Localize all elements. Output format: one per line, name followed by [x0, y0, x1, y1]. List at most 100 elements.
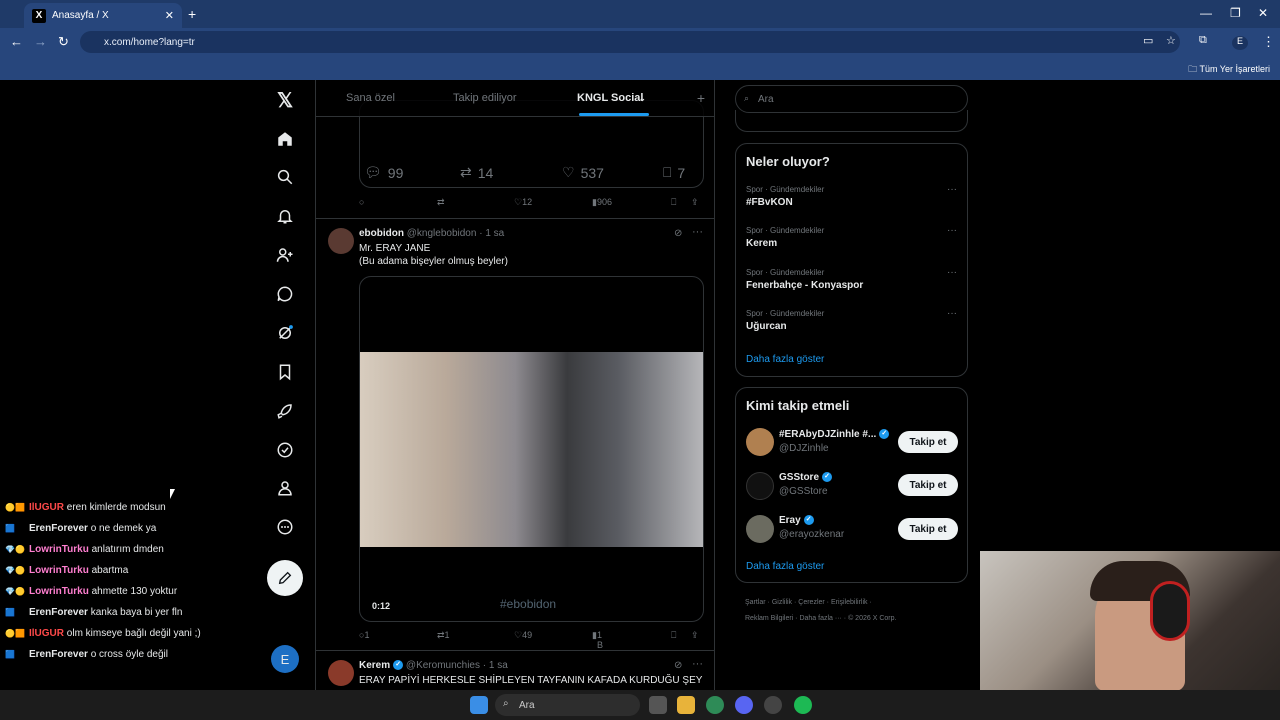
grok-icon[interactable]: ⊘ [674, 660, 682, 671]
like-button[interactable]: ♡ 12 [514, 197, 532, 208]
trends-title: Neler oluyor? [746, 154, 830, 169]
bookmarks-icon[interactable] [265, 357, 305, 387]
tab-following[interactable]: Takip ediliyor [453, 92, 517, 104]
reload-icon[interactable]: ↻ [58, 34, 69, 50]
verified-badge-icon: ✓ [822, 472, 833, 483]
follow-button[interactable]: Takip et [898, 431, 958, 453]
forward-icon[interactable]: → [34, 34, 47, 49]
avatar[interactable] [746, 472, 774, 500]
messages-icon[interactable] [265, 279, 305, 309]
chrome-icon[interactable] [706, 696, 724, 714]
all-bookmarks-link[interactable]: 🗀 Tüm Yer İşaretleri [1188, 62, 1270, 78]
avatar[interactable] [328, 228, 354, 254]
x-home-logo-icon[interactable]: 𝕏 [265, 85, 305, 115]
compose-post-button[interactable] [267, 560, 303, 596]
account-avatar[interactable]: E [271, 645, 299, 673]
maximize-icon[interactable]: ❐ [1230, 6, 1241, 20]
folder-icon: 🗀 [1188, 64, 1200, 74]
browser-tab[interactable]: X Anasayfa / X ✕ [24, 3, 182, 28]
tweet-text: ERAY PAPİYİ HERKESLE SHİPLEYEN TAYFANIN … [359, 675, 703, 686]
suggested-user-name[interactable]: #ERAbyDJZinhle #... ✓ [779, 429, 890, 440]
avatar[interactable] [746, 515, 774, 543]
bookmark-button[interactable]: ⎕ [671, 197, 676, 208]
grok-icon[interactable]: ⊘ [674, 228, 682, 239]
discord-icon[interactable] [735, 696, 753, 714]
like-button[interactable]: ♡ 49 [514, 630, 532, 641]
more-options-icon[interactable]: ··· [692, 226, 703, 238]
reply-button[interactable]: ○ [359, 197, 364, 207]
chat-user: ErenForever [29, 523, 88, 534]
follow-button[interactable]: Takip et [898, 518, 958, 540]
task-view-icon[interactable] [649, 696, 667, 714]
trend-more-icon[interactable]: ··· [947, 308, 957, 319]
notifications-bell-icon[interactable] [265, 201, 305, 231]
share-button[interactable]: ⇪ [691, 630, 699, 641]
trend-more-icon[interactable]: ··· [947, 225, 957, 236]
chat-message: 💎🟡 LowrinTurku anlatırım dmden [5, 544, 164, 555]
chevron-down-icon[interactable]: ⌄ [639, 94, 646, 103]
share-button[interactable]: ⇪ [691, 197, 699, 208]
follow-button[interactable]: Takip et [898, 474, 958, 496]
avatar[interactable] [328, 660, 354, 686]
footer-links[interactable]: Reklam Bilgileri · Daha fazla ··· · © 20… [745, 615, 896, 622]
trend-name[interactable]: #FBvKON [746, 197, 793, 208]
bookmark-button[interactable]: ⎕ [671, 630, 676, 641]
cast-icon[interactable]: ▭ [1143, 34, 1153, 47]
home-icon[interactable] [265, 124, 305, 154]
add-tab-icon[interactable]: + [697, 90, 705, 106]
bookmark-star-icon[interactable]: ☆ [1166, 34, 1176, 47]
avatar[interactable] [746, 428, 774, 456]
search-icon[interactable] [265, 162, 305, 192]
who-to-follow-show-more-link[interactable]: Daha fazla göster [746, 561, 824, 572]
tab-kngl-social[interactable]: KNGL Social [577, 92, 643, 104]
more-options-icon[interactable]: ··· [692, 658, 703, 670]
retweet-button[interactable]: ⇄ [437, 197, 445, 208]
trend-name[interactable]: Uğurcan [746, 321, 787, 332]
views-button[interactable]: ▮ 1 B [592, 630, 603, 650]
retweet-icon: ⇄ [460, 164, 472, 180]
suggested-user-name[interactable]: GSStore ✓ [779, 472, 833, 483]
minimize-icon[interactable]: — [1200, 6, 1212, 20]
trend-name[interactable]: Fenerbahçe - Konyaspor [746, 280, 863, 291]
chat-message: 🟡🟧 IlUGUR eren kimlerde modsun [5, 502, 166, 513]
window-close-icon[interactable]: ✕ [1258, 6, 1268, 20]
chat-user: IlUGUR [29, 502, 64, 513]
address-bar[interactable]: x.com/home?lang=tr [80, 31, 1180, 53]
views-button[interactable]: ▮ 906 [592, 197, 612, 208]
retweet-button[interactable]: ⇄ 1 [437, 630, 450, 641]
tab-for-you[interactable]: Sana özel [346, 92, 395, 104]
search-input[interactable]: ⌕ Ara [735, 85, 968, 113]
file-explorer-icon[interactable] [677, 696, 695, 714]
tweet-divider [316, 218, 714, 219]
reply-button[interactable]: ○ 1 [359, 630, 369, 640]
chat-text: olm kimseye bağlı değil yani ;) [66, 628, 201, 639]
back-icon[interactable]: ← [10, 34, 23, 49]
trend-name[interactable]: Kerem [746, 238, 777, 249]
tab-close-icon[interactable]: ✕ [165, 9, 174, 22]
footer-links[interactable]: Şartlar · Gizlilik · Çerezler · Erişileb… [745, 599, 872, 606]
webcam-overlay [980, 551, 1280, 691]
profile-icon[interactable] [265, 473, 305, 503]
jobs-rocket-icon[interactable] [265, 396, 305, 426]
trend-more-icon[interactable]: ··· [947, 184, 957, 195]
suggested-user-name[interactable]: Eray ✓ [779, 515, 814, 526]
obs-icon[interactable] [764, 696, 782, 714]
trends-show-more-link[interactable]: Daha fazla göster [746, 354, 824, 365]
new-tab-icon[interactable]: + [188, 6, 196, 22]
extensions-icon[interactable]: ⧉ [1199, 34, 1207, 47]
spotify-icon[interactable] [794, 696, 812, 714]
tweet-author[interactable]: ebobidon @knglebobidon · 1 sa [359, 228, 504, 239]
tweet-author[interactable]: Kerem ✓ @Keromunchies · 1 sa [359, 660, 508, 671]
browser-menu-icon[interactable]: ⋮ [1262, 34, 1275, 50]
more-icon[interactable] [265, 512, 305, 542]
windows-start-icon[interactable] [470, 696, 488, 714]
grok-icon[interactable] [265, 318, 305, 348]
chat-message: 🟦 ErenForever o cross öyle değil [5, 649, 168, 660]
tweet-video[interactable]: 0:12 #ebobidon [359, 276, 704, 622]
verified-icon[interactable] [265, 435, 305, 465]
follow-people-icon[interactable] [265, 240, 305, 270]
profile-avatar[interactable]: E [1232, 36, 1248, 50]
taskbar-search[interactable]: ⌕ Ara [495, 694, 640, 716]
trend-more-icon[interactable]: ··· [947, 267, 957, 278]
search-icon: ⌕ [503, 698, 509, 709]
